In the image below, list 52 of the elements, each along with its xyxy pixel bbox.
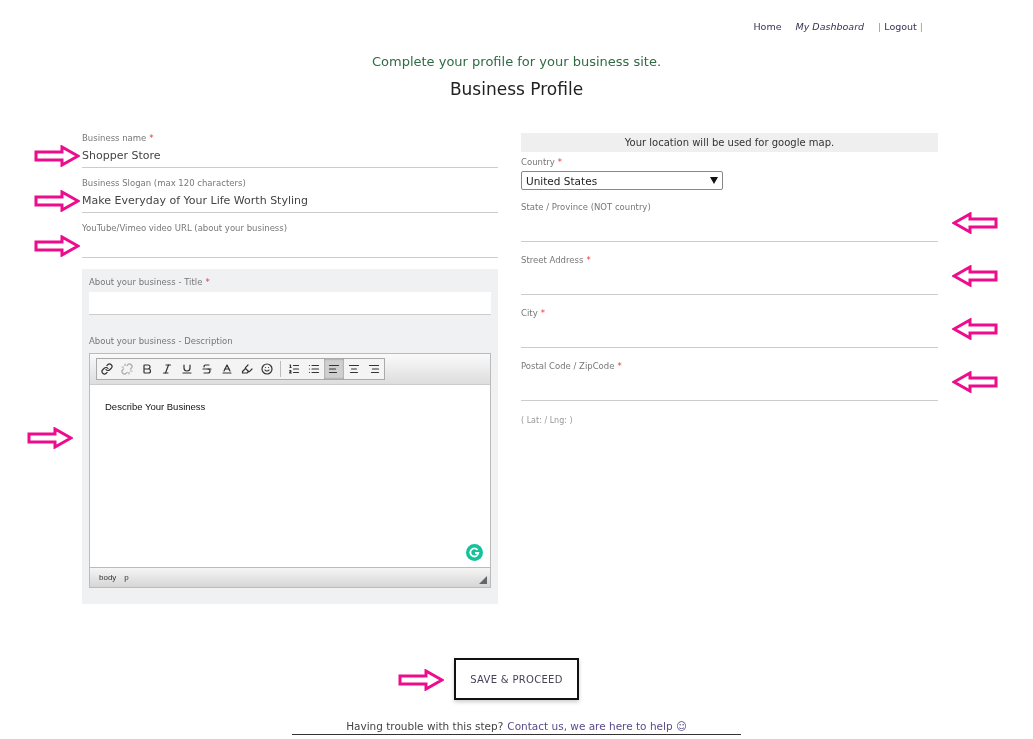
country-select[interactable]: United States [521,171,723,190]
path-item[interactable]: p [124,573,129,582]
alignleft-button[interactable] [324,359,344,379]
field-label: About your business - Description [89,336,233,346]
input-field[interactable]: Make Everyday of Your Life Worth Styling [82,188,498,213]
underline-icon [181,363,193,375]
editor-text: Describe Your Business [105,401,206,412]
link-icon [101,363,113,375]
grammarly-icon [466,544,483,561]
bold-icon [141,363,153,375]
emoji-icon [261,363,273,375]
field-label: Street Address [521,255,584,265]
field-label: Postal Code / ZipCode [521,361,615,371]
path-item[interactable]: body [99,573,117,582]
numlist-icon [288,363,300,375]
nav-link[interactable]: My Dashboard [795,20,865,32]
nav-divider: | [878,20,882,32]
aligncenter-icon [348,363,360,375]
unlink-icon [121,363,133,375]
intro-text: Complete your profile for your business site. [370,54,663,69]
field-label: City [521,308,538,318]
field-label: Business Slogan (max 120 characters) [82,178,246,188]
required-mark: * [149,133,154,143]
resize-handle-icon[interactable] [479,576,487,584]
help-text: Having trouble with this step? [346,720,504,732]
nav-divider: | [919,20,923,32]
page-title: Business Profile [448,79,585,99]
input-field[interactable] [89,292,491,315]
field-label: YouTube/Vimeo video URL (about your business) [82,223,288,233]
caret-icon [710,177,718,184]
strike-icon [201,363,213,375]
location-note: Your location will be used for google map. [521,133,938,152]
contact-link[interactable]: Contact us, we are here to help ☺ [507,720,687,732]
required-mark: * [617,361,622,371]
alignleft-icon [328,363,340,375]
field-label: Business name [82,133,147,143]
alignright-icon [368,363,380,375]
coordinates-text: ( Lat: / Lng: ) [521,416,574,425]
bullist-icon [308,363,320,375]
nav-link[interactable]: Logout [884,20,917,32]
italic-icon [161,363,173,375]
required-mark: * [586,255,591,265]
field-label: State / Province (NOT country) [521,202,651,212]
textcolor-icon [221,363,233,375]
required-mark: * [540,308,545,318]
field-label: Country [521,157,555,167]
editor-body[interactable]: Describe Your Business [90,385,490,567]
required-mark: * [205,277,210,287]
input-field[interactable]: Shopper Store [82,143,498,168]
required-mark: * [557,157,563,167]
nav-link[interactable]: Home [753,20,782,32]
field-label: About your business - Title [89,277,203,287]
